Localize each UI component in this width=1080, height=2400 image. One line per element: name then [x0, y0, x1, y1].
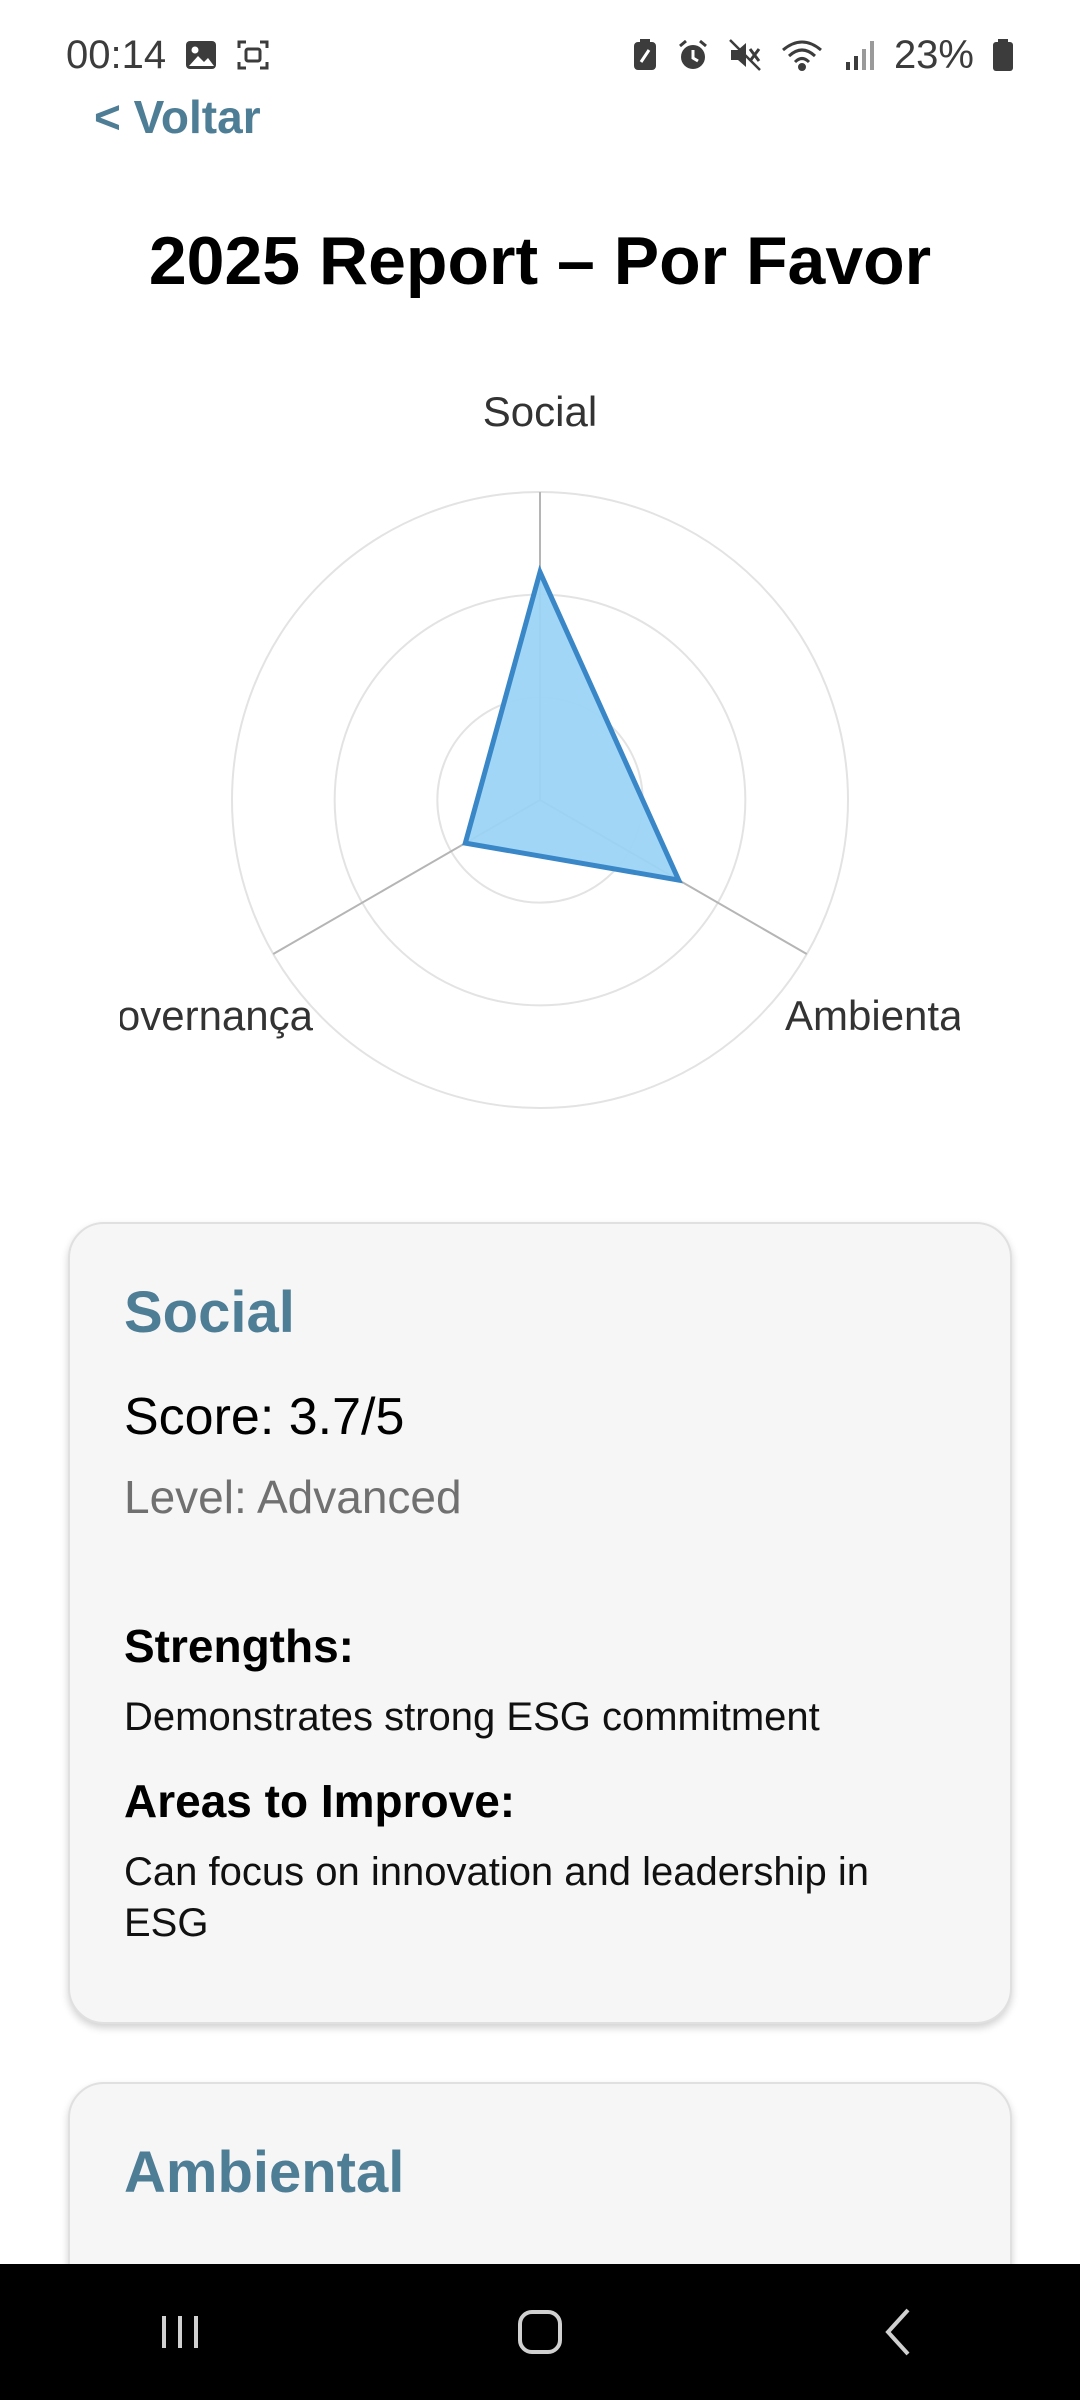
back-link[interactable]: < Voltar [94, 90, 261, 144]
home-icon[interactable] [480, 2282, 600, 2382]
image-icon [184, 38, 218, 72]
page-title: 2025 Report – Por Favor [148, 223, 932, 299]
wifi-icon [780, 38, 824, 72]
card-level: Level: Advanced [124, 1470, 462, 1523]
battery-percent: 23% [893, 32, 974, 77]
improve-text: Can focus on innovation and leadership i… [124, 1849, 869, 1945]
back-icon[interactable] [840, 2282, 960, 2382]
status-bar-left: 00:14 [66, 33, 270, 78]
card-title: Social [124, 1280, 295, 1345]
status-bar-right: 23% [632, 33, 1014, 78]
recent-apps-icon[interactable] [120, 2282, 240, 2382]
system-nav-bar [0, 2264, 1080, 2400]
radar-axis-label-1: Ambienta [785, 992, 960, 1039]
card-title: Ambiental [124, 2140, 405, 2205]
radar-series [462, 564, 683, 884]
battery-icon [992, 38, 1014, 72]
radar-series-polygon [462, 564, 683, 884]
improve-heading: Areas to Improve: [124, 1774, 516, 1827]
radar-chart: Social Ambienta overnança [120, 370, 960, 1140]
battery-saver-icon [632, 38, 658, 72]
strengths-text: Demonstrates strong ESG commitment [124, 1695, 820, 1740]
alarm-icon [676, 38, 710, 72]
category-card-social: Social Score: 3.7/5 Level: Advanced Stre… [68, 1222, 1012, 2024]
app-screen: 00:14 23% < Voltar 2025 Report – Por Fav… [0, 0, 1080, 2400]
strengths-heading: Strengths: [124, 1620, 354, 1673]
card-score: Score: 3.7/5 [124, 1387, 405, 1446]
signal-icon [842, 38, 876, 72]
radar-axis-label-0: Social [483, 388, 597, 435]
mute-icon [728, 38, 762, 72]
radar-axis-label-2: overnança [120, 992, 314, 1039]
screenshot-icon [236, 38, 270, 72]
status-time: 00:14 [66, 32, 167, 77]
radar-chart-svg: Social Ambienta overnança [120, 388, 960, 1109]
